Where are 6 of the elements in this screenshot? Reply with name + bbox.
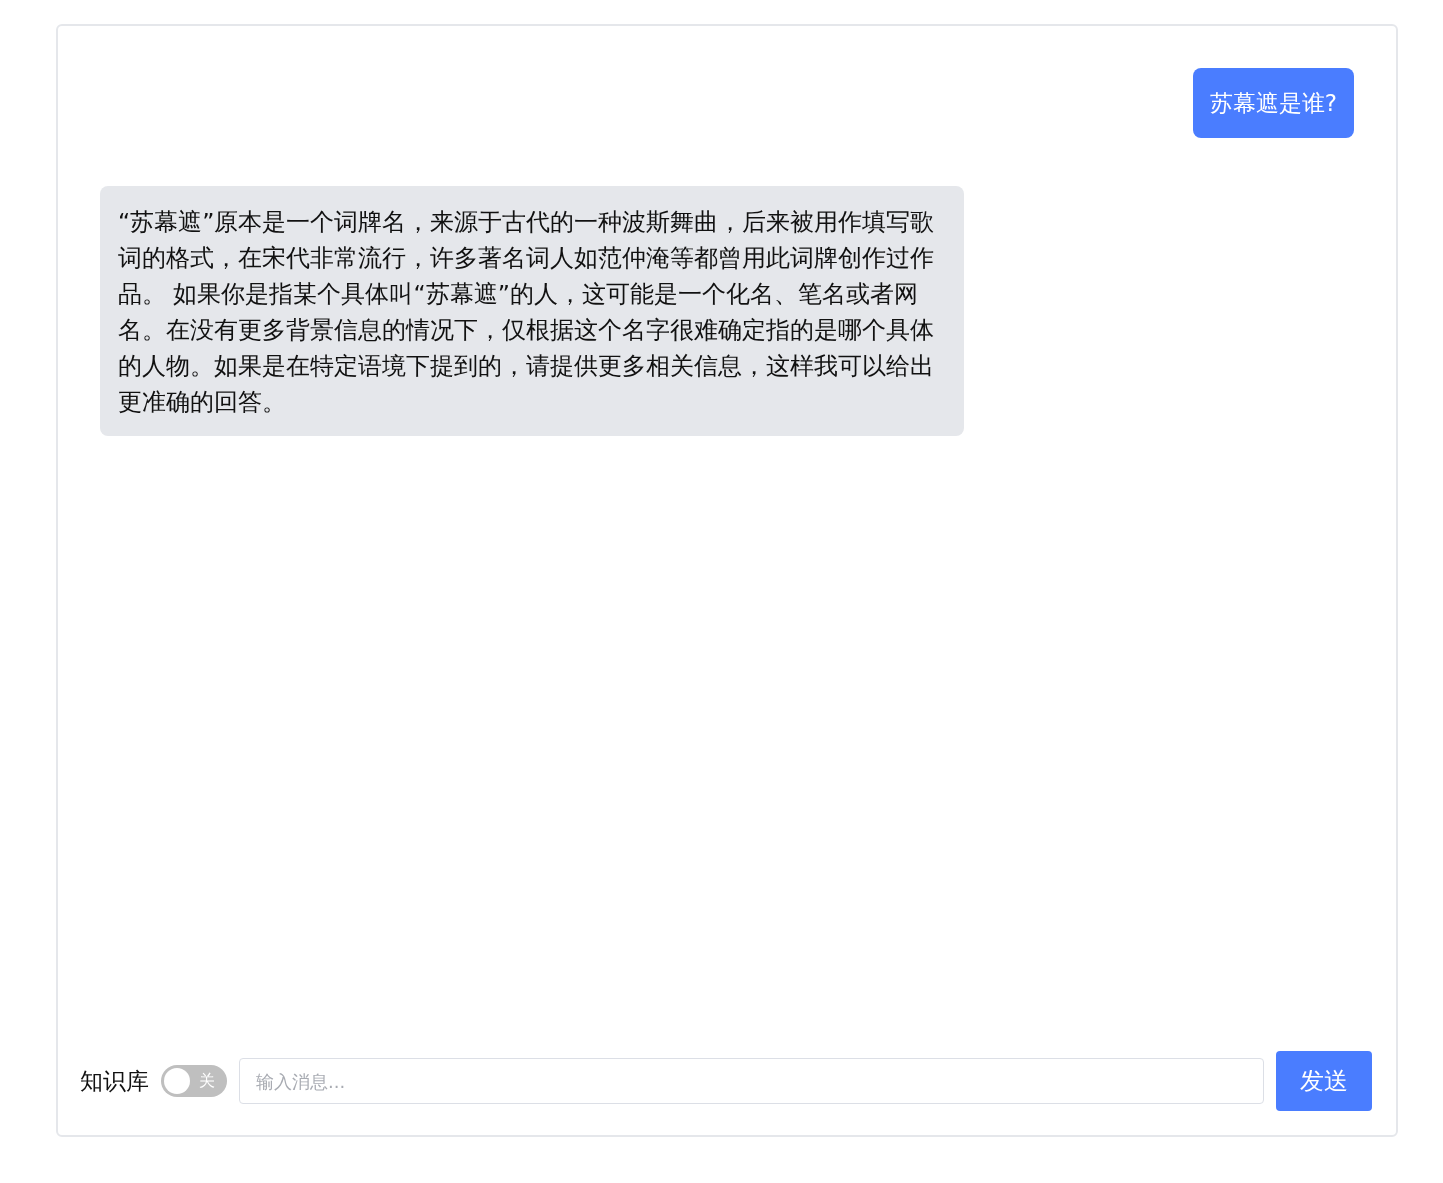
send-button[interactable]: 发送 [1276, 1051, 1372, 1111]
toggle-knob [164, 1068, 190, 1094]
message-input[interactable]: 输入消息... [239, 1058, 1264, 1104]
knowledge-base-label: 知识库 [80, 1066, 149, 1096]
assistant-message: “苏幕遮”原本是一个词牌名，来源于古代的一种波斯舞曲，后来被用作填写歌词的格式，在宋代非常流行，许多著名词人如范仲淹等都曾用此词牌创作过作品。 如果你是指某个具体叫“苏幕遮”的人，这可能是一个化名、笔名或者网名。在没有更多背景信息的情况下，仅根据这个名字很难确定指的是哪个具体的人物。如果是在特定语境下提到的，请提供更多相关信息，这样我可以给出更准确的回答。 [100, 186, 964, 436]
user-message: 苏幕遮是谁? [1192, 68, 1354, 138]
